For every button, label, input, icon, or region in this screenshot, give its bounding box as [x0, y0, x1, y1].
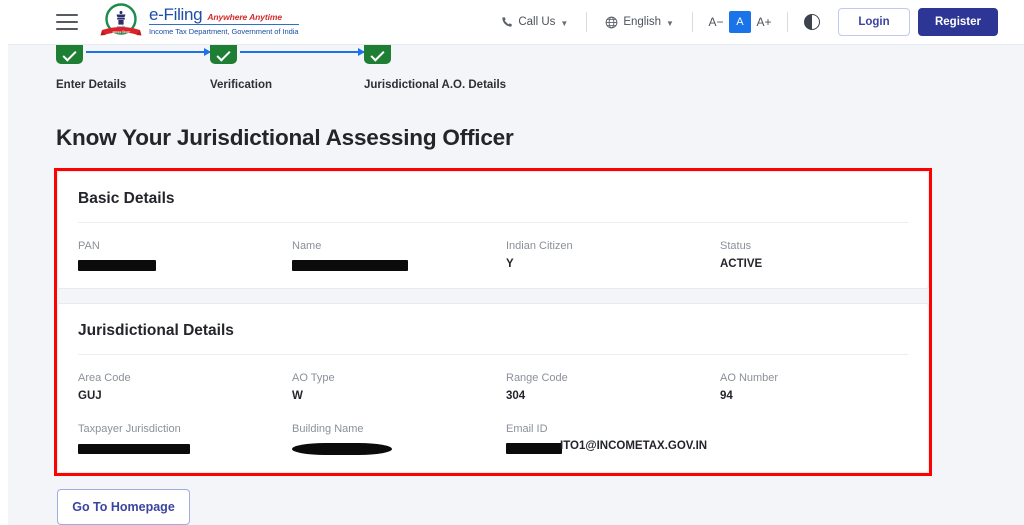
step-label: Jurisdictional A.O. Details	[364, 79, 507, 91]
language-menu[interactable]: English ▼	[595, 16, 684, 29]
field-value: GUJ	[78, 389, 102, 402]
browser-viewport: सत्यमेव आयकर विभाग e-Filing Anywhere Any…	[0, 0, 1024, 525]
brand-tagline: Anywhere Anytime	[207, 12, 282, 23]
redaction-bar	[292, 442, 392, 455]
check-icon	[62, 47, 77, 62]
redaction-bar	[506, 442, 562, 454]
svg-text:आयकर विभाग: आयकर विभाग	[112, 30, 130, 35]
call-us-menu[interactable]: Call Us ▼	[491, 16, 578, 28]
field-label: PAN	[78, 240, 100, 252]
field-building-name: Building Name	[292, 422, 506, 455]
field-label: Email ID	[506, 422, 548, 435]
india-national-emblem-icon: सत्यमेव आयकर विभाग	[100, 2, 142, 42]
font-decrease-button[interactable]: A−	[705, 11, 727, 33]
field-value: 304	[506, 389, 526, 402]
field-indian-citizen: Indian Citizen Y	[506, 239, 720, 272]
page-title: Know Your Jurisdictional Assessing Offic…	[56, 125, 514, 150]
jurisdictional-details-heading: Jurisdictional Details	[78, 322, 234, 339]
chevron-down-icon: ▼	[560, 18, 569, 28]
field-name: Name	[292, 239, 506, 272]
brand-subtitle: Income Tax Department, Government of Ind…	[149, 26, 299, 36]
field-range-code: Range Code 304	[506, 371, 720, 404]
site-header: सत्यमेव आयकर विभाग e-Filing Anywhere Any…	[0, 0, 1024, 45]
jurisdictional-fields-row-2: Taxpayer Jurisdiction Building Name Emai…	[58, 404, 928, 455]
field-label: Area Code	[78, 372, 131, 384]
jurisdictional-details-card: Jurisdictional Details Area Code GUJ AO …	[57, 303, 929, 473]
stepper-step-enter-details[interactable]: Enter Details	[56, 37, 216, 91]
register-button[interactable]: Register	[917, 8, 998, 36]
field-email-id: Email ID ITO1@INCOMETAX.GOV.IN	[506, 422, 806, 455]
basic-details-heading: Basic Details	[78, 190, 175, 207]
header-divider	[786, 12, 788, 32]
field-label: Taxpayer Jurisdiction	[78, 422, 181, 435]
brand-title: e-Filing	[149, 5, 203, 25]
field-area-code: Area Code GUJ	[78, 371, 292, 404]
field-label: Status	[720, 240, 752, 252]
progress-stepper: Enter Details Verification Jurisdictiona…	[56, 37, 576, 106]
field-value: 94	[720, 389, 733, 402]
stepper-step-verification[interactable]: Verification	[210, 37, 370, 91]
redaction-bar	[78, 443, 190, 454]
phone-icon	[502, 17, 512, 27]
redaction-bar	[292, 260, 408, 272]
field-value-redacted	[78, 256, 292, 272]
header-divider	[691, 12, 693, 32]
contrast-toggle-button[interactable]	[796, 14, 828, 30]
field-pan: PAN	[78, 239, 292, 272]
brand-divider	[149, 24, 299, 26]
check-icon	[370, 47, 385, 62]
go-to-homepage-button[interactable]: Go To Homepage	[57, 489, 190, 525]
field-ao-number: AO Number 94	[720, 371, 934, 404]
step-label: Verification	[210, 79, 272, 91]
globe-icon	[605, 16, 618, 28]
field-label: Building Name	[292, 422, 364, 435]
basic-details-fields: PAN Name Indian Citizen Y Status ACTIVE	[58, 223, 928, 272]
check-icon	[216, 47, 231, 62]
font-size-controls: A− A A+	[701, 11, 779, 33]
field-taxpayer-jurisdiction: Taxpayer Jurisdiction	[78, 422, 292, 455]
basic-details-card: Basic Details PAN Name Indian Citizen Y	[57, 171, 929, 289]
status-badge: ACTIVE	[720, 257, 763, 270]
field-value: W	[292, 389, 303, 402]
field-value: Y	[506, 257, 514, 270]
left-edge-gutter	[0, 0, 8, 525]
field-value-redacted	[292, 256, 506, 272]
field-label: Name	[292, 240, 322, 252]
contrast-toggle-icon	[803, 14, 820, 30]
field-value-partially-redacted: ITO1@INCOMETAX.GOV.IN	[506, 439, 806, 454]
field-value-redacted	[292, 439, 506, 455]
jurisdictional-fields-row-1: Area Code GUJ AO Type W Range Code 304 A…	[58, 355, 928, 404]
hamburger-menu-icon[interactable]	[56, 14, 78, 30]
field-ao-type: AO Type W	[292, 371, 506, 404]
brand-text-block: e-Filing Anywhere Anytime Income Tax Dep…	[149, 6, 299, 36]
field-value-redacted	[78, 439, 292, 455]
field-label: AO Number	[720, 372, 779, 384]
efiling-logo[interactable]: सत्यमेव आयकर विभाग e-Filing Anywhere Any…	[100, 2, 299, 42]
field-label: Range Code	[506, 372, 568, 384]
login-button[interactable]: Login	[837, 8, 910, 36]
call-us-label: Call Us	[518, 16, 556, 28]
step-label: Enter Details	[56, 79, 127, 91]
redaction-bar	[78, 260, 156, 272]
header-divider	[586, 12, 588, 32]
field-label: AO Type	[292, 372, 335, 384]
stepper-step-jurisdictional-ao-details[interactable]: Jurisdictional A.O. Details	[364, 37, 564, 91]
font-normal-button[interactable]: A	[728, 11, 751, 33]
language-label: English	[623, 16, 662, 28]
email-visible-part: ITO1@INCOMETAX.GOV.IN	[560, 440, 708, 453]
chevron-down-icon: ▼	[666, 18, 674, 28]
field-status: Status ACTIVE	[720, 239, 934, 272]
header-actions: Call Us ▼ English ▼ A− A A+ Login Regist…	[491, 0, 998, 44]
field-label: Indian Citizen	[506, 240, 573, 252]
font-increase-button[interactable]: A+	[753, 11, 775, 33]
